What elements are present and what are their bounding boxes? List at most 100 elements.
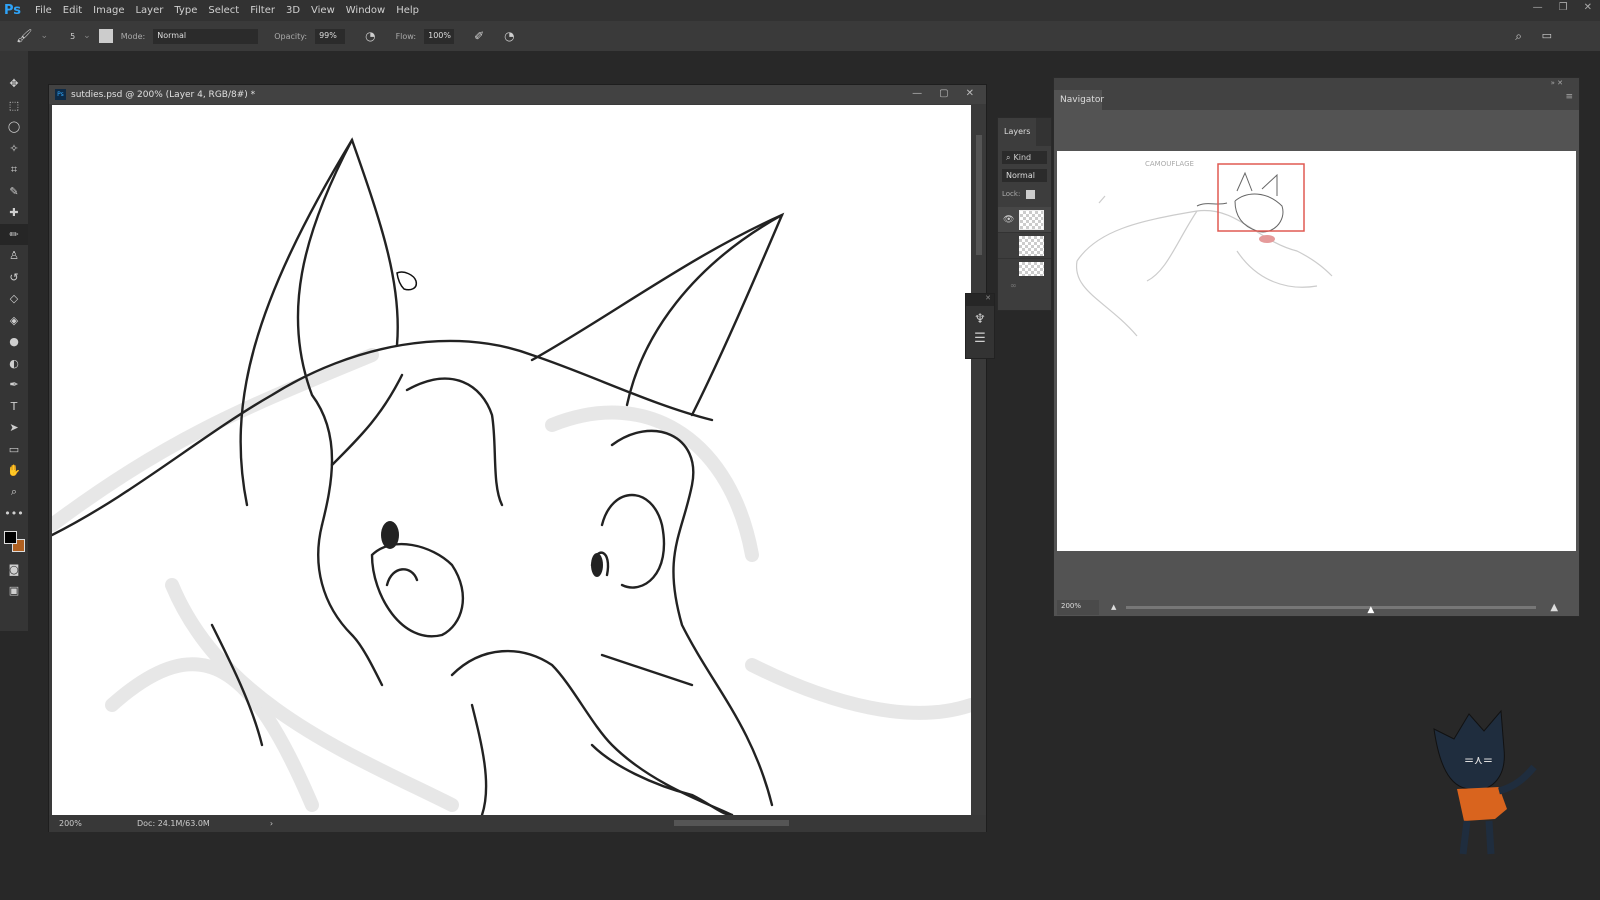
properties-icon[interactable]: ☰: [966, 331, 994, 346]
layer-thumbnail: [1019, 262, 1044, 276]
mode-select[interactable]: Normal: [153, 28, 259, 44]
brush-presets-icon[interactable]: ♆: [966, 312, 994, 327]
magic-wand-tool-icon[interactable]: ✧: [0, 138, 28, 160]
minimize-icon[interactable]: —: [1533, 2, 1543, 13]
document-tab[interactable]: Ps sutdies.psd @ 200% (Layer 4, RGB/8#) …: [49, 85, 986, 104]
vertical-scroll-thumb[interactable]: [976, 135, 982, 255]
navigator-zoom-field[interactable]: 200%: [1057, 599, 1099, 615]
airbrush-icon[interactable]: ✐: [474, 29, 484, 43]
horizontal-scrollbar[interactable]: [249, 815, 969, 832]
menu-filter[interactable]: Filter: [250, 5, 275, 16]
restore-icon[interactable]: ❐: [1559, 2, 1568, 13]
layer-filter[interactable]: ⌕ Kind: [1002, 151, 1047, 164]
lock-transparency-icon[interactable]: [1026, 190, 1036, 199]
rectangle-tool-icon[interactable]: ▭: [0, 439, 28, 461]
blur-tool-icon[interactable]: ●: [0, 331, 28, 353]
doc-minimize-icon[interactable]: —: [912, 88, 922, 99]
tools-panel: ✥ ⬚ ◯ ✧ ⌗ ✎ ✚ ✏ ♙ ↺ ◇ ◈ ● ◐ ✒ T ➤ ▭ ✋ ⌕ …: [0, 51, 28, 631]
wolf-sketch: [52, 137, 971, 815]
menu-edit[interactable]: Edit: [63, 5, 82, 16]
status-bar: 200% Doc: 24.1M/63.0M ›: [49, 815, 986, 832]
document-window: Ps sutdies.psd @ 200% (Layer 4, RGB/8#) …: [48, 84, 987, 832]
quick-mask-icon[interactable]: ◙: [0, 559, 28, 581]
navigator-view-box[interactable]: [1217, 163, 1305, 232]
close-icon[interactable]: ✕: [1584, 2, 1592, 13]
tab-navigator[interactable]: Navigator: [1054, 90, 1104, 110]
visibility-eye-icon[interactable]: 👁︎: [1003, 215, 1019, 225]
type-tool-icon[interactable]: T: [0, 396, 28, 418]
link-layers-icon[interactable]: ∞: [1010, 281, 1051, 290]
layer-thumbnail: [1019, 235, 1044, 256]
move-tool-icon[interactable]: ✥: [0, 73, 28, 95]
opacity-label: Opacity:: [274, 31, 308, 41]
pressure-size-icon[interactable]: ◔: [504, 29, 514, 43]
svg-text:CAMOUFLAGE: CAMOUFLAGE: [1145, 160, 1194, 168]
svg-text:=⋏=: =⋏=: [1464, 753, 1493, 767]
brush-tool-icon[interactable]: 🖌︎: [16, 29, 33, 44]
crop-tool-icon[interactable]: ⌗: [0, 159, 28, 181]
menu-type[interactable]: Type: [174, 5, 197, 16]
collapse-panel-icon[interactable]: » ✕: [1551, 79, 1563, 87]
lasso-tool-icon[interactable]: ◯: [0, 116, 28, 138]
color-swatches[interactable]: [0, 525, 28, 559]
workspace-icon[interactable]: ▭: [1542, 29, 1552, 42]
path-select-tool-icon[interactable]: ➤: [0, 417, 28, 439]
brush-panel-icon[interactable]: [98, 29, 113, 43]
menu-select[interactable]: Select: [208, 5, 239, 16]
zoom-out-icon[interactable]: ▲: [1111, 603, 1116, 611]
window-controls: — ❐ ✕: [1533, 2, 1592, 13]
search-icon[interactable]: ⌕: [1515, 29, 1522, 44]
flow-label: Flow:: [395, 31, 417, 41]
marquee-tool-icon[interactable]: ⬚: [0, 95, 28, 117]
tab-layers[interactable]: Layers: [998, 118, 1036, 146]
menu-layer[interactable]: Layer: [135, 5, 163, 16]
history-brush-tool-icon[interactable]: ↺: [0, 267, 28, 289]
paint-bucket-tool-icon[interactable]: ◈: [0, 310, 28, 332]
pen-tool-icon[interactable]: ✒: [0, 374, 28, 396]
document-title: sutdies.psd @ 200% (Layer 4, RGB/8#) *: [71, 89, 256, 100]
vertical-scrollbar[interactable]: [972, 105, 986, 815]
canvas[interactable]: [52, 105, 971, 815]
eraser-tool-icon[interactable]: ◇: [0, 288, 28, 310]
healing-brush-tool-icon[interactable]: ✚: [0, 202, 28, 224]
menu-image[interactable]: Image: [93, 5, 124, 16]
zoom-tool-icon[interactable]: ⌕: [0, 482, 28, 504]
brush-size[interactable]: 5: [70, 32, 75, 41]
doc-close-icon[interactable]: ✕: [966, 88, 974, 99]
menu-file[interactable]: File: [35, 5, 52, 16]
menu-bar: Ps File Edit Image Layer Type Select Fil…: [0, 0, 1600, 21]
doc-maximize-icon[interactable]: ▢: [939, 88, 948, 99]
mode-label: Mode:: [120, 31, 146, 41]
dodge-tool-icon[interactable]: ◐: [0, 353, 28, 375]
navigator-panel: Navigator ≡ » ✕ CAMOUFLAGE 200% ▲ ▲ ▲: [1053, 77, 1580, 617]
horizontal-scroll-thumb[interactable]: [674, 820, 789, 826]
search-icon: ⌕: [1006, 153, 1011, 162]
doc-size: Doc: 24.1M/63.0M: [137, 819, 210, 828]
eyedropper-tool-icon[interactable]: ✎: [0, 181, 28, 203]
menu-3d[interactable]: 3D: [286, 5, 300, 16]
navigator-preview[interactable]: CAMOUFLAGE: [1057, 151, 1576, 551]
layer-row[interactable]: 👁︎: [998, 207, 1051, 233]
opacity-field[interactable]: 99%: [315, 28, 346, 44]
zoom-slider-thumb[interactable]: ▲: [1367, 605, 1374, 615]
hand-tool-icon[interactable]: ✋: [0, 460, 28, 482]
zoom-level[interactable]: 200%: [59, 819, 109, 828]
flow-field[interactable]: 100%: [424, 28, 455, 44]
collapsed-panel-icons: ✕ ♆ ☰: [965, 293, 995, 359]
photoshop-logo: Ps: [4, 3, 22, 18]
pressure-opacity-icon[interactable]: ◔: [365, 29, 375, 43]
screen-mode-icon[interactable]: ▣: [0, 580, 28, 602]
more-tools-icon[interactable]: •••: [0, 503, 28, 525]
panel-menu-icon[interactable]: ≡: [1565, 92, 1573, 102]
stamp-tool-icon[interactable]: ♙: [0, 245, 28, 267]
layer-row[interactable]: [998, 259, 1051, 279]
mascot-cat-illustration: =⋏=: [1433, 709, 1537, 855]
zoom-in-icon[interactable]: ▲: [1550, 602, 1558, 613]
menu-window[interactable]: Window: [346, 5, 385, 16]
layer-row[interactable]: [998, 233, 1051, 259]
zoom-slider[interactable]: ▲: [1126, 605, 1537, 615]
brush-tool-icon[interactable]: ✏: [0, 223, 28, 245]
blend-mode-select[interactable]: Normal: [1002, 169, 1047, 182]
menu-help[interactable]: Help: [396, 5, 419, 16]
menu-view[interactable]: View: [311, 5, 335, 16]
